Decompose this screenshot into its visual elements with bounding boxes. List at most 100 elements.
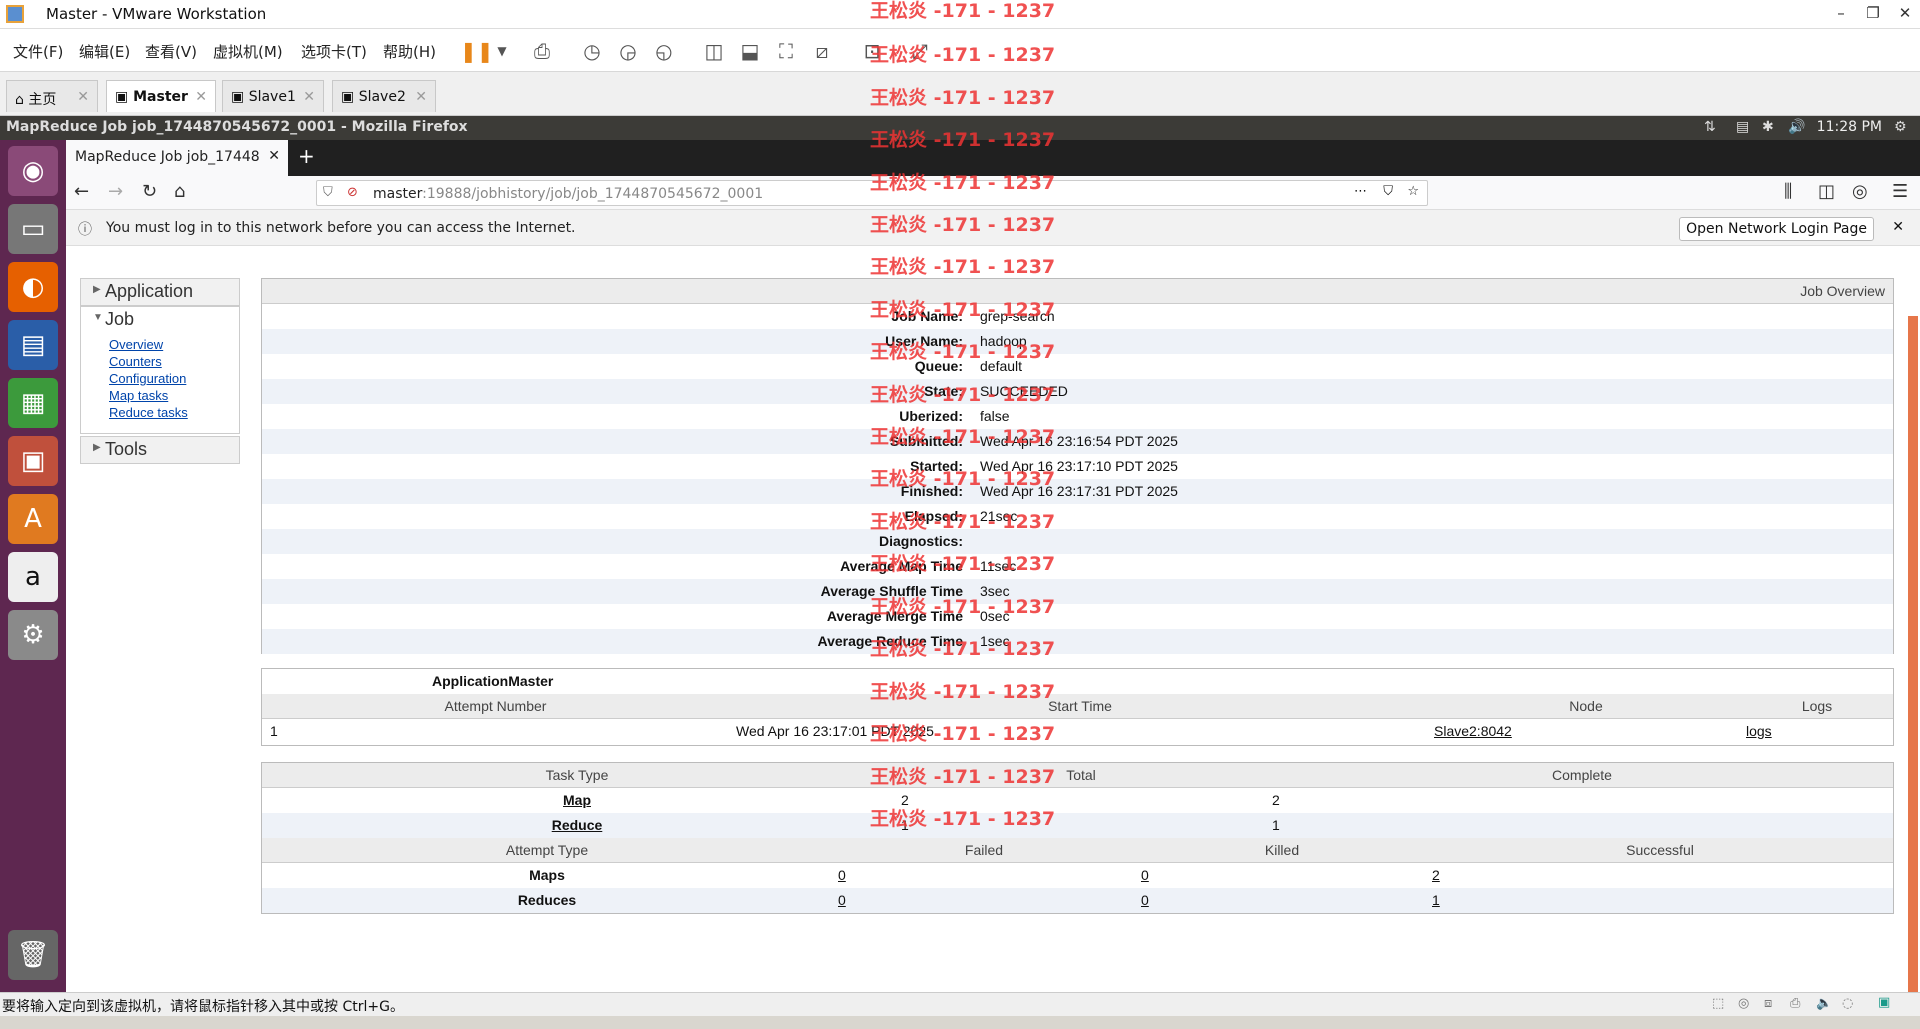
impress-icon[interactable]: ▣: [8, 436, 58, 486]
pocket-icon[interactable]: ⛉: [1383, 184, 1393, 199]
home-icon: ⌂: [15, 92, 29, 108]
task-type-map-link[interactable]: Map: [262, 792, 892, 808]
network-icon[interactable]: ⇅: [1704, 119, 1716, 135]
fullscreen-icon[interactable]: ⛶: [772, 37, 800, 65]
snapshot-manager-icon[interactable]: ◵: [650, 37, 678, 65]
menu-edit[interactable]: 编辑(E): [79, 41, 130, 62]
menu-view[interactable]: 查看(V): [145, 41, 197, 62]
writer-icon[interactable]: ▤: [8, 320, 58, 370]
close-icon[interactable]: ✕: [415, 89, 427, 105]
successful-link[interactable]: 2: [1432, 867, 1440, 883]
scrollbar[interactable]: [1908, 316, 1918, 992]
more-icon[interactable]: ⋯: [1354, 184, 1367, 199]
account-icon[interactable]: ◎: [1852, 181, 1868, 202]
ubuntu-dash-icon[interactable]: ◉: [8, 146, 58, 196]
killed-link[interactable]: 0: [1141, 867, 1149, 883]
close-icon[interactable]: ✕: [1892, 219, 1904, 235]
failed-link[interactable]: 0: [838, 867, 846, 883]
menu-help[interactable]: 帮助(H): [383, 41, 436, 62]
insecure-lock-icon[interactable]: ⊘: [347, 185, 358, 200]
cd-icon[interactable]: ◎: [1738, 996, 1749, 1011]
chevron-down-icon[interactable]: ▼: [488, 37, 516, 65]
am-logs-link[interactable]: logs: [1746, 723, 1772, 739]
library-icon[interactable]: ⫼: [1784, 181, 1792, 202]
task-type-reduce-link[interactable]: Reduce: [262, 817, 892, 833]
nav-tools[interactable]: ▶ Tools: [80, 436, 240, 464]
minimize-icon[interactable]: –: [1826, 4, 1856, 22]
display-icon[interactable]: ◌: [1842, 996, 1853, 1011]
forward-icon[interactable]: →: [108, 181, 123, 202]
nav-link-reduce-tasks[interactable]: Reduce tasks: [81, 404, 239, 421]
successful-link[interactable]: 1: [1432, 892, 1440, 908]
new-tab-icon[interactable]: +: [298, 144, 315, 168]
files-icon[interactable]: ▭: [8, 204, 58, 254]
hdd-icon[interactable]: ⬚: [1712, 996, 1724, 1011]
watermark-text: 王松炎 -171 - 1237: [870, 638, 1056, 660]
restore-icon[interactable]: ❐: [1858, 4, 1888, 22]
tab-label: Slave2: [358, 89, 406, 105]
close-icon[interactable]: ✕: [1890, 4, 1920, 22]
nav-job-header[interactable]: ▼ Job: [81, 307, 239, 333]
sidebar-toggle-icon[interactable]: ◫: [700, 37, 728, 65]
reload-icon[interactable]: ↻: [142, 181, 157, 202]
job-overview-title: Job Overview: [1800, 283, 1885, 299]
gear-icon[interactable]: ⚙: [1894, 119, 1907, 135]
menu-file[interactable]: 文件(F): [13, 41, 63, 62]
calc-icon[interactable]: ▦: [8, 378, 58, 428]
volume-icon[interactable]: 🔊: [1788, 119, 1805, 135]
table-row: Map 2 2: [262, 788, 1893, 813]
bluetooth-icon[interactable]: ✱: [1762, 119, 1774, 135]
close-icon[interactable]: ✕: [77, 89, 89, 105]
tab-master[interactable]: ▣ Master ✕: [106, 80, 216, 112]
unity-icon[interactable]: ⧄: [808, 37, 836, 65]
watermark-text: 王松炎 -171 - 1237: [870, 426, 1056, 448]
tab-label: Slave1: [248, 89, 296, 105]
thumbnail-icon[interactable]: ⬓: [736, 37, 764, 65]
clock[interactable]: 11:28 PM: [1817, 119, 1882, 135]
failed-link[interactable]: 0: [838, 892, 846, 908]
tab-slave1[interactable]: ▣ Slave1 ✕: [222, 80, 324, 112]
menu-icon[interactable]: ☰: [1892, 181, 1908, 202]
close-icon[interactable]: ✕: [195, 89, 207, 105]
printer-icon[interactable]: ⎙: [1790, 996, 1800, 1011]
killed-link[interactable]: 0: [1141, 892, 1149, 908]
amazon-icon[interactable]: a: [8, 552, 58, 602]
software-center-icon[interactable]: A: [8, 494, 58, 544]
attempts-col-successful: Successful: [1626, 842, 1694, 858]
revert-snapshot-icon[interactable]: ◶: [614, 37, 642, 65]
menu-tabs[interactable]: 选项卡(T): [301, 41, 367, 62]
network-adapter-icon[interactable]: ⧈: [1764, 996, 1772, 1011]
pause-icon[interactable]: ❚❚: [460, 37, 494, 65]
nav-link-counters[interactable]: Counters: [81, 353, 239, 370]
nav-application-label: Application: [105, 281, 194, 301]
back-icon[interactable]: ←: [74, 181, 89, 202]
settings-icon[interactable]: ⚙: [8, 610, 58, 660]
watermark-text: 王松炎 -171 - 1237: [870, 468, 1056, 490]
nav-application[interactable]: ▶ Application: [80, 278, 240, 306]
nav-link-configuration[interactable]: Configuration: [81, 370, 239, 387]
home-icon[interactable]: ⌂: [174, 181, 185, 202]
snapshot-icon[interactable]: ◷: [578, 37, 606, 65]
close-icon[interactable]: ✕: [268, 148, 280, 164]
bookmark-star-icon[interactable]: ☆: [1407, 184, 1419, 199]
sidebar-icon[interactable]: ◫: [1818, 181, 1835, 202]
trash-icon[interactable]: 🗑: [8, 930, 58, 980]
send-keys-icon[interactable]: ⎙: [528, 37, 556, 65]
open-login-page-button[interactable]: Open Network Login Page: [1679, 217, 1874, 241]
nav-link-overview[interactable]: Overview: [81, 336, 239, 353]
nav-link-map-tasks[interactable]: Map tasks: [81, 387, 239, 404]
tab-slave2[interactable]: ▣ Slave2 ✕: [332, 80, 436, 112]
message-icon[interactable]: ▣: [1878, 995, 1890, 1010]
firefox-tab[interactable]: MapReduce Job job_17448 ✕: [66, 140, 288, 176]
sound-icon[interactable]: 🔈: [1816, 996, 1832, 1011]
watermark-text: 王松炎 -171 - 1237: [870, 384, 1056, 406]
menu-vm[interactable]: 虚拟机(M): [213, 41, 283, 62]
vm-icon: ▣: [341, 89, 359, 105]
shield-icon[interactable]: ⛉: [323, 185, 333, 200]
am-node-link[interactable]: Slave2:8042: [1434, 723, 1512, 739]
close-icon[interactable]: ✕: [303, 89, 315, 105]
firefox-icon[interactable]: ◐: [8, 262, 58, 312]
url-text[interactable]: master:19888/jobhistory/job/job_17448705…: [373, 186, 763, 202]
tab-home[interactable]: ⌂ 主页 ✕: [6, 80, 98, 112]
input-method-icon[interactable]: ▤: [1736, 119, 1749, 135]
